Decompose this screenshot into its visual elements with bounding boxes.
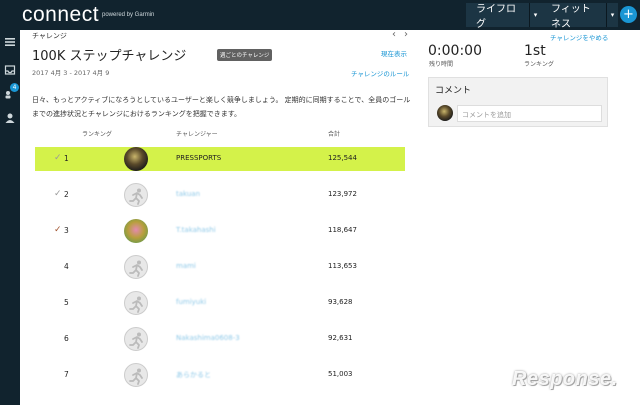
nav-lifelog-caret-icon[interactable]: ▾ (529, 3, 541, 27)
rank-number: 6 (64, 334, 69, 343)
challenger-name[interactable]: Nakashima0608-3 (176, 334, 240, 342)
powered-by-text: powered by Garmin (102, 12, 155, 18)
time-left-label: 残り時間 (429, 61, 454, 68)
comment-title: コメント (435, 86, 472, 96)
total-steps: 51,003 (328, 370, 353, 378)
challenger-name[interactable]: fumiyuki (176, 298, 206, 306)
response-watermark: Response. (512, 368, 618, 390)
prev-arrow-icon[interactable]: ‹ (392, 29, 396, 40)
avatar[interactable] (124, 327, 148, 351)
rank-number: 3 (64, 226, 69, 235)
total-steps: 118,647 (328, 226, 357, 234)
avatar[interactable] (124, 147, 148, 171)
column-header-total: 合計 (328, 131, 341, 138)
nav-lifelog[interactable]: ライフログ (466, 3, 529, 30)
next-arrow-icon[interactable]: › (404, 29, 408, 40)
profile-icon[interactable] (3, 112, 17, 126)
leave-challenge-link[interactable]: チャレンジをやめる (550, 32, 608, 42)
sidebar: 4 (0, 30, 20, 405)
my-avatar (437, 105, 453, 121)
rank-number: 2 (64, 190, 69, 199)
time-left-value: 0:00:00 (428, 43, 482, 59)
add-button[interactable]: + (620, 6, 637, 23)
challenger-name[interactable]: T.takahashi (176, 226, 216, 234)
comment-panel: コメント コメントを追加 (428, 77, 608, 127)
check-icon: ✓ (54, 153, 62, 163)
check-icon: ✓ (54, 225, 62, 235)
avatar[interactable] (124, 291, 148, 315)
column-header-rank: ランキング (82, 131, 112, 138)
challenger-name[interactable]: mami (176, 262, 196, 270)
avatar[interactable] (124, 255, 148, 279)
nav-fitness[interactable]: フィットネス (541, 3, 608, 30)
rank-number: 5 (64, 298, 69, 307)
rules-link[interactable]: チャレンジのルール (351, 68, 409, 78)
my-ranking-label: ランキング (524, 61, 554, 68)
page-title: 100K ステップチャレンジ (32, 49, 187, 64)
comment-input[interactable]: コメントを追加 (457, 105, 602, 122)
my-ranking-value: 1st (524, 43, 546, 59)
connect-logo[interactable]: connect (22, 3, 99, 27)
nav-fitness-caret-icon[interactable]: ▾ (606, 3, 618, 27)
challenger-name: PRESSPORTS (176, 154, 222, 162)
pager-arrows: ‹ › (392, 29, 416, 40)
menu-icon[interactable] (3, 36, 17, 50)
breadcrumb[interactable]: チャレンジ (32, 31, 67, 41)
total-steps: 113,653 (328, 262, 357, 270)
check-icon: ✓ (54, 189, 62, 199)
rank-number: 4 (64, 262, 69, 271)
challenge-type-tag: 週ごとのチャレンジ (217, 49, 273, 61)
total-steps: 92,631 (328, 334, 353, 342)
avatar[interactable] (124, 183, 148, 207)
rank-number: 1 (64, 154, 69, 163)
rank-number: 7 (64, 370, 69, 379)
inbox-icon[interactable] (3, 64, 17, 78)
show-now-link[interactable]: 現在表示 (381, 48, 407, 58)
total-steps: 123,972 (328, 190, 357, 198)
column-header-challenger: チャレンジャー (176, 131, 218, 138)
notification-badge: 4 (10, 83, 19, 92)
challenger-name[interactable]: takuan (176, 190, 200, 198)
avatar[interactable] (124, 363, 148, 387)
challenger-name[interactable]: あらかると (176, 370, 211, 380)
avatar[interactable] (124, 219, 148, 243)
top-bar: connect powered by Garmin ライフログ ▾ フィットネス… (0, 0, 640, 30)
total-steps: 125,544 (328, 154, 357, 162)
challenge-dates: 2017 4月 3 - 2017 4月 9 (32, 69, 110, 77)
total-steps: 93,628 (328, 298, 353, 306)
challenge-description: 日々、もっとアクティブになろうとしているユーザーと楽しく競争しましょう。 定期的… (32, 96, 411, 118)
